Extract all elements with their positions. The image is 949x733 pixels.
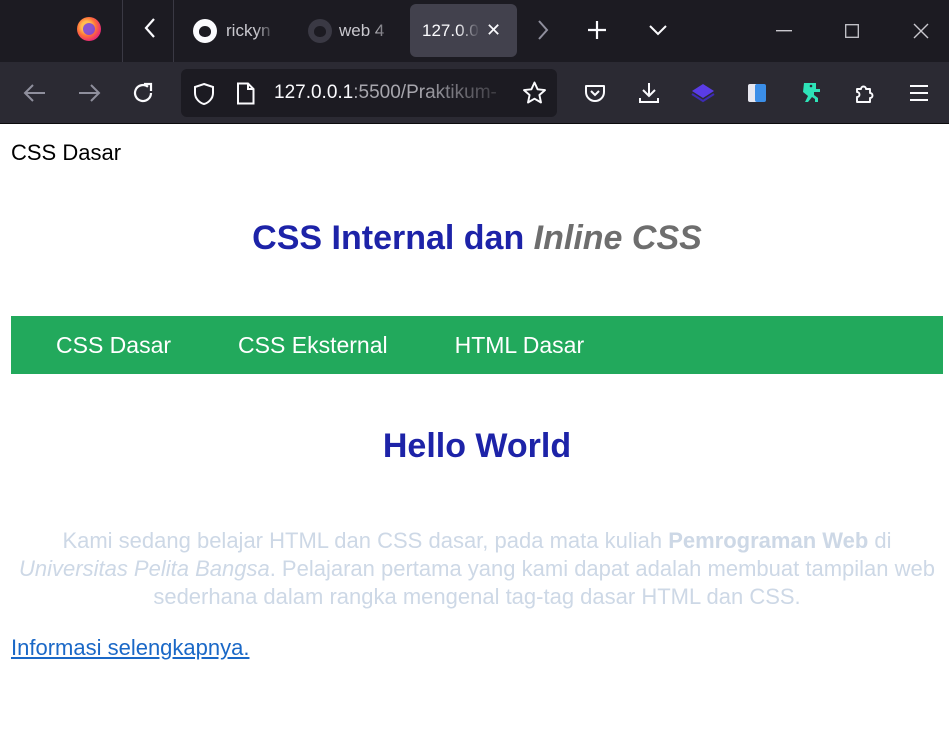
url-bar[interactable]: 127.0.0.1:5500/Praktikum- [181, 69, 557, 117]
tab-label: web 4 [339, 20, 385, 40]
tab-localhost-active[interactable]: 127.0.0 ✕ [410, 4, 517, 57]
forward-icon[interactable] [74, 78, 104, 108]
chevron-down-icon[interactable] [648, 23, 668, 37]
download-icon[interactable] [634, 78, 664, 108]
tab-github-web4[interactable]: web 4 [298, 4, 402, 57]
menu-item-css-eksternal[interactable]: CSS Eksternal [238, 332, 388, 359]
heading-text: CSS Internal dan [252, 219, 534, 257]
para-text-3: . Pelajaran pertama yang kami dapat adal… [153, 556, 935, 609]
url-host: 127.0.0.1 [274, 82, 354, 103]
para-bold-text: Pemrograman Web [668, 528, 869, 553]
tab-separator [122, 0, 123, 62]
document-title: CSS Dasar [11, 140, 122, 165]
shield-icon[interactable] [193, 82, 215, 111]
minimize-icon[interactable] [754, 0, 814, 62]
url-path: :5500/Praktikum- [353, 82, 497, 103]
url-text[interactable]: 127.0.0.1:5500/Praktikum- [274, 82, 519, 104]
star-icon[interactable] [522, 81, 547, 110]
page-heading: CSS Internal dan Inline CSS [0, 219, 949, 258]
web-page: CSS Dasar CSS Internal dan Inline CSS CS… [0, 125, 949, 733]
pocket-icon[interactable] [580, 78, 610, 108]
github-icon [193, 18, 217, 43]
tab-separator [173, 0, 174, 62]
para-text-1: Kami sedang belajar HTML dan CSS dasar, … [62, 528, 669, 553]
tab-github-rickyn[interactable]: rickyn [185, 4, 285, 57]
menu-icon[interactable] [904, 78, 934, 108]
maximize-icon[interactable] [822, 0, 882, 62]
extension-stack-icon[interactable] [688, 78, 718, 108]
more-info-link[interactable]: Informasi selengkapnya. [11, 635, 249, 661]
extension-tabs-icon[interactable] [742, 78, 772, 108]
chevron-right-icon[interactable] [536, 19, 550, 41]
page-icon[interactable] [236, 82, 255, 110]
reload-icon[interactable] [128, 78, 158, 108]
para-italic-text: Universitas Pelita Bangsa [19, 556, 270, 581]
extension-dino-icon[interactable] [796, 78, 826, 108]
para-text-2: di [868, 528, 892, 553]
heading-italic-text: Inline CSS [533, 219, 702, 257]
github-icon [308, 18, 332, 43]
hello-heading: Hello World [382, 427, 572, 465]
scroll-tabs-left-icon[interactable] [143, 17, 157, 39]
menu-item-html-dasar[interactable]: HTML Dasar [455, 332, 585, 359]
new-tab-icon[interactable] [587, 20, 607, 40]
tab-bar: rickyn web 4 127.0.0 ✕ [0, 0, 949, 62]
tab-label: rickyn [226, 20, 271, 40]
navigation-toolbar: 127.0.0.1:5500/Praktikum- [0, 62, 949, 124]
close-tab-icon[interactable]: ✕ [486, 20, 501, 41]
menu-item-css-dasar[interactable]: CSS Dasar [56, 332, 171, 359]
tab-label: 127.0.0 [422, 20, 479, 40]
firefox-logo-icon [77, 17, 101, 41]
main-menu: CSS Dasar CSS Eksternal HTML Dasar [11, 316, 943, 374]
intro-paragraph: Kami sedang belajar HTML dan CSS dasar, … [11, 527, 943, 611]
puzzle-icon[interactable] [850, 78, 880, 108]
close-window-icon[interactable] [891, 0, 949, 62]
back-icon[interactable] [20, 78, 50, 108]
